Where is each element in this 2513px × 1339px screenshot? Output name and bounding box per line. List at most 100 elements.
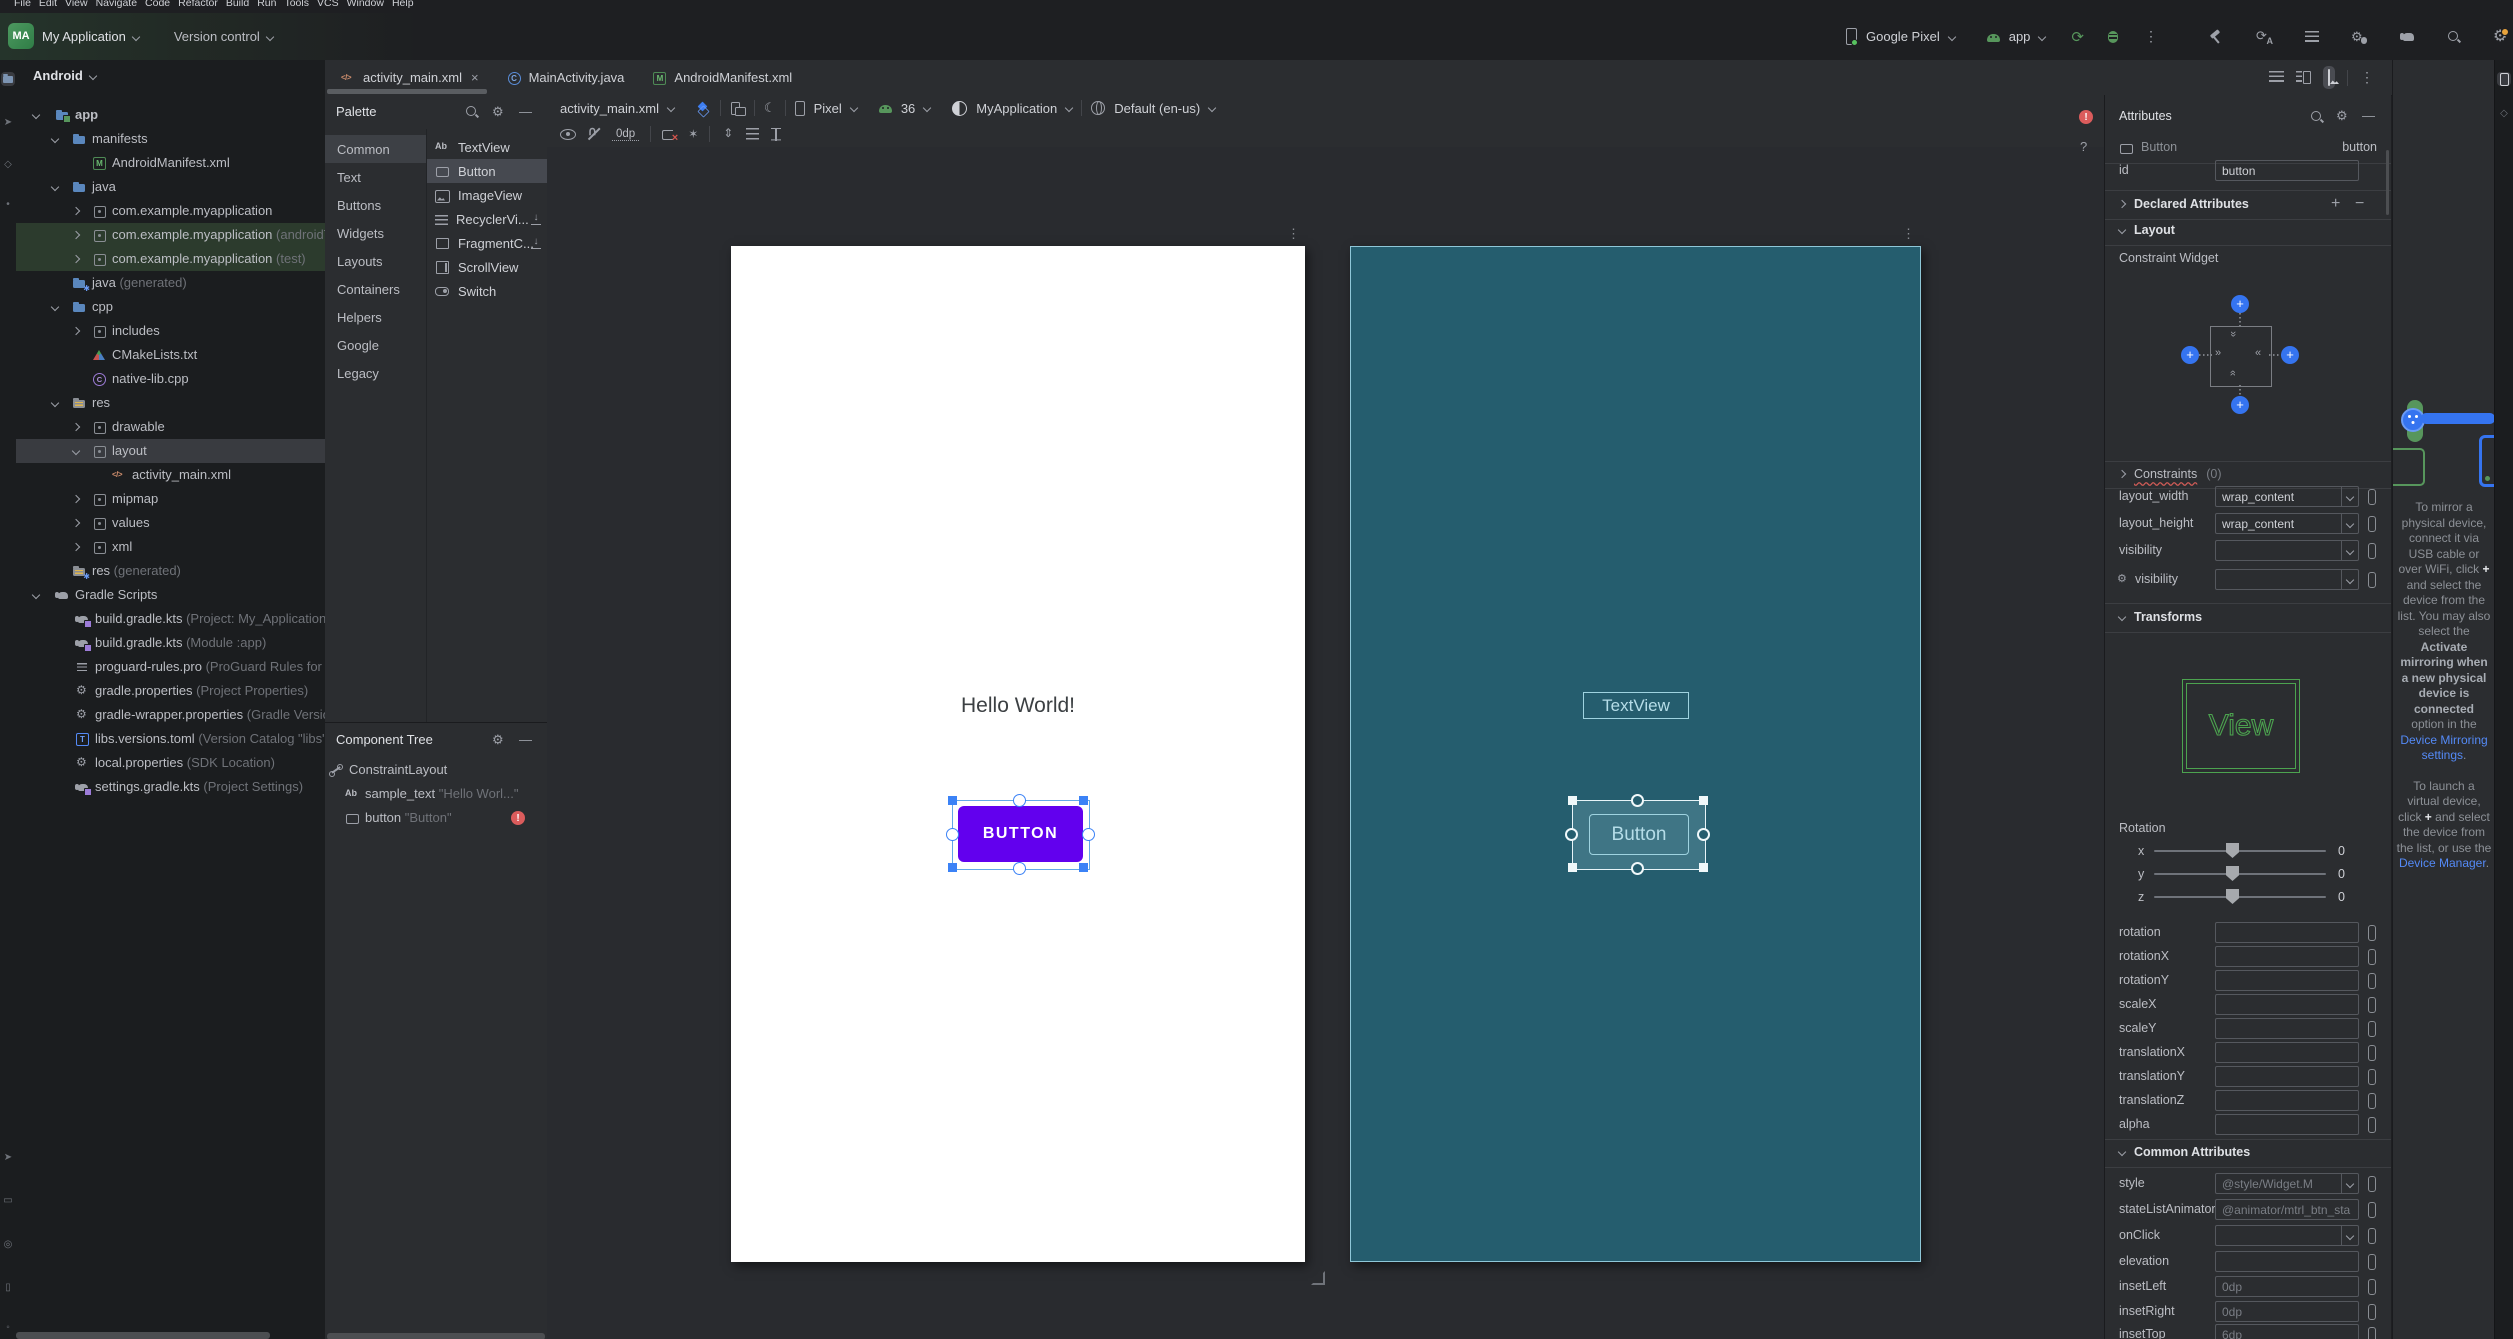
palette-component-recyclervi-[interactable]: RecyclerVi... ↓	[427, 207, 547, 231]
sync-button[interactable]	[2256, 28, 2273, 46]
gear-icon[interactable]: ⚙	[492, 733, 504, 746]
error-badge[interactable]: !	[2079, 110, 2093, 124]
profiler-button[interactable]	[2351, 29, 2367, 45]
project-tree-item-java[interactable]: java	[16, 175, 325, 199]
resize-handle[interactable]	[1568, 796, 1577, 805]
project-tree-item-cmakelists-txt[interactable]: CMakeLists.txt	[16, 343, 325, 367]
chevron-icon[interactable]	[71, 494, 81, 504]
build-button[interactable]	[2208, 29, 2224, 45]
palette-category-text[interactable]: Text	[325, 163, 426, 191]
slider-thumb[interactable]	[2226, 866, 2239, 881]
design-preview[interactable]	[731, 246, 1305, 1262]
resource-picker-icon[interactable]	[2368, 997, 2376, 1013]
chevron-icon[interactable]	[50, 182, 60, 192]
rotation-slider-y[interactable]: y0	[2105, 866, 2391, 882]
editor-more-button[interactable]: ⋮	[2360, 69, 2374, 86]
menu-run[interactable]: Run	[257, 0, 276, 9]
menu-view[interactable]: View	[65, 0, 88, 9]
palette-component-scrollview[interactable]: ScrollView	[427, 255, 547, 279]
component-tree-hscrollbar[interactable]	[327, 1333, 545, 1339]
resource-picker-icon[interactable]	[2368, 1021, 2376, 1037]
layout-section[interactable]: Layout	[2117, 223, 2175, 237]
help-icon[interactable]: ?	[2080, 139, 2087, 154]
layout_width-dropdown[interactable]: wrap_content	[2215, 486, 2359, 507]
gear-icon[interactable]: ⚙	[2336, 109, 2348, 122]
chevron-icon[interactable]	[71, 518, 81, 528]
rotation-slider-x[interactable]: x0	[2105, 843, 2391, 859]
resource-picker-icon[interactable]	[2368, 1254, 2376, 1270]
device-menu[interactable]: Pixel	[814, 101, 842, 116]
project-tree-item-java[interactable]: ✱ java (generated)	[16, 271, 325, 295]
slider-thumb[interactable]	[2226, 843, 2239, 858]
project-tree-item-res[interactable]: ✱ res (generated)	[16, 559, 325, 583]
hide-icon[interactable]: —	[519, 105, 532, 118]
project-tree-item-native-lib-cpp[interactable]: native-lib.cpp	[16, 367, 325, 391]
menu-build[interactable]: Build	[226, 0, 249, 9]
translationY-input[interactable]	[2215, 1066, 2359, 1087]
project-tree-item-app[interactable]: app	[16, 103, 325, 127]
common-attributes-section[interactable]: Common Attributes	[2117, 1145, 2250, 1159]
resource-picker-icon[interactable]	[2368, 1117, 2376, 1133]
rotation-input[interactable]	[2215, 922, 2359, 943]
palette-category-common[interactable]: Common	[325, 135, 426, 163]
component-tree-item-button[interactable]: button "Button"!	[325, 806, 547, 830]
tab-androidmanifest-xml[interactable]: AndroidManifest.xml	[638, 60, 806, 95]
resource-picker-icon[interactable]	[2368, 1327, 2376, 1339]
vcs-selector[interactable]: Version control	[174, 29, 260, 44]
chevron-icon[interactable]	[50, 398, 60, 408]
chevron-icon[interactable]	[50, 302, 60, 312]
menu-edit[interactable]: Edit	[39, 0, 57, 9]
transforms-section[interactable]: Transforms	[2117, 610, 2202, 624]
rotation-slider-z[interactable]: z0	[2105, 889, 2391, 905]
remove-attribute-button[interactable]: −	[2355, 195, 2364, 213]
insetRight-input[interactable]: 0dp	[2215, 1301, 2359, 1322]
constraints-section[interactable]: Constraints (0)	[2117, 467, 2222, 481]
link-device-manager[interactable]: Device Manager	[2399, 856, 2486, 870]
layout_height-dropdown[interactable]: wrap_content	[2215, 513, 2359, 534]
resource-picker-icon[interactable]	[2368, 489, 2376, 505]
resource-picker-icon[interactable]	[2368, 516, 2376, 532]
project-hscrollbar[interactable]	[16, 1332, 270, 1339]
resource-picker-icon[interactable]	[2368, 925, 2376, 941]
add-left-constraint[interactable]: +	[2181, 346, 2199, 364]
palette-category-widgets[interactable]: Widgets	[325, 219, 426, 247]
rotationY-input[interactable]	[2215, 970, 2359, 991]
design-button[interactable]: BUTTON	[958, 806, 1083, 862]
palette-category-layouts[interactable]: Layouts	[325, 247, 426, 275]
palette-category-legacy[interactable]: Legacy	[325, 359, 426, 387]
project-tree-item-proguard-rules-pro[interactable]: proguard-rules.pro (ProGuard Rules for a…	[16, 655, 325, 679]
alpha-input[interactable]	[2215, 1114, 2359, 1135]
gradle-sync-button[interactable]	[2399, 31, 2415, 43]
default-margins-button[interactable]: 0dp	[612, 128, 640, 141]
chevron-icon[interactable]	[71, 254, 81, 264]
project-tree-item-mipmap[interactable]: mipmap	[16, 487, 325, 511]
project-tree-item-build-gradle-kts[interactable]: build.gradle.kts (Module :app)	[16, 631, 325, 655]
menu-vcs[interactable]: VCS	[317, 0, 339, 9]
resize-handle[interactable]	[1699, 796, 1708, 805]
blueprint-textview[interactable]: TextView	[1583, 692, 1689, 719]
pack-button[interactable]	[721, 126, 735, 141]
more-actions-button[interactable]: ⋮	[2144, 28, 2158, 45]
project-tree-item-com-example-myapplication[interactable]: com.example.myapplication (test)	[16, 247, 325, 271]
constraint-anchor-top[interactable]	[1013, 794, 1026, 807]
add-bottom-constraint[interactable]: +	[2231, 396, 2249, 414]
declared-attributes-section[interactable]: Declared Attributes	[2117, 197, 2249, 211]
project-tree-item-local-properties[interactable]: local.properties (SDK Location)	[16, 751, 325, 775]
attributes-scrollbar[interactable]	[2386, 150, 2389, 215]
layout-file-selector[interactable]: activity_main.xml	[560, 101, 659, 116]
project-tool-button[interactable]	[1, 72, 15, 86]
chevron-icon[interactable]	[31, 110, 41, 120]
chevron-icon[interactable]	[50, 134, 60, 144]
elevation-input[interactable]	[2215, 1251, 2359, 1272]
blueprint-button[interactable]: Button	[1589, 814, 1689, 855]
chevron-icon[interactable]	[71, 326, 81, 336]
preview-resize-handle[interactable]	[1311, 1271, 1325, 1285]
onClick-dropdown[interactable]	[2215, 1225, 2359, 1246]
palette-category-google[interactable]: Google	[325, 331, 426, 359]
hide-icon[interactable]: —	[2362, 109, 2375, 122]
project-tree-item-includes[interactable]: includes	[16, 319, 325, 343]
translationZ-input[interactable]	[2215, 1090, 2359, 1111]
component-tree-item-sample-text[interactable]: sample_text "Hello Worl..."	[325, 782, 547, 806]
locale-selector[interactable]: Default (en-us)	[1114, 101, 1200, 116]
project-tree-item-gradle-properties[interactable]: gradle.properties (Project Properties)	[16, 679, 325, 703]
